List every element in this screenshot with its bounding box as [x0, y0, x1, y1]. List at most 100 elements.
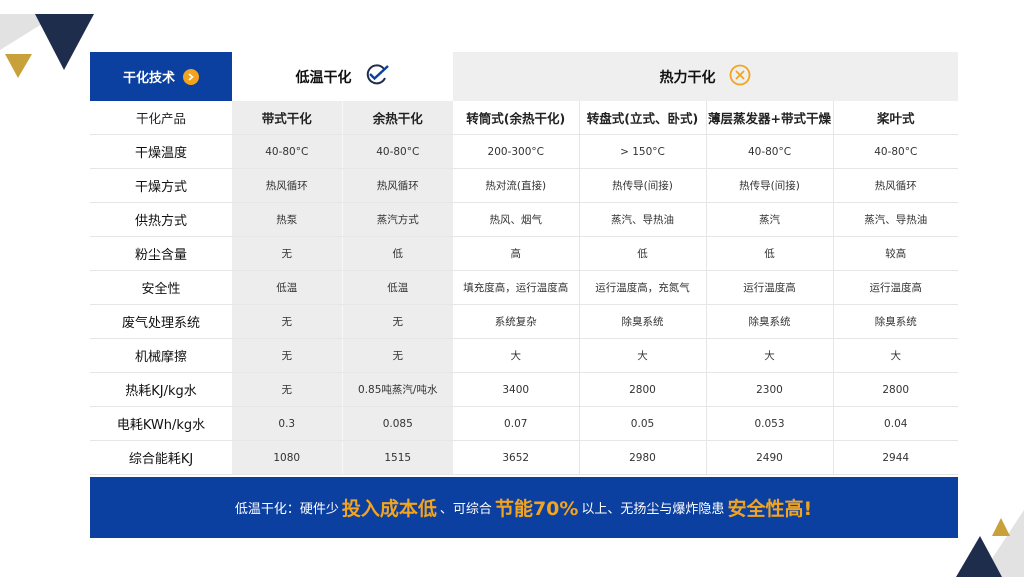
table-cell: 除臭系统: [578, 304, 706, 339]
table-cell: 0.053: [705, 406, 833, 441]
table-cell: 除臭系统: [705, 304, 833, 339]
table-cell: 2490: [705, 440, 833, 475]
table-cell: 大: [705, 338, 833, 373]
table-row: 机械摩擦 无 无 大 大 大 大: [90, 338, 958, 373]
row-label: 热耗KJ/kg水: [90, 372, 232, 407]
table-cell: 低: [341, 236, 453, 271]
table-cell: 200-300°C: [453, 134, 579, 169]
table-cell: 2300: [705, 372, 833, 407]
table-cell: 蒸汽、导热油: [578, 202, 706, 237]
table-row: 电耗KWh/kg水 0.3 0.085 0.07 0.05 0.053 0.04: [90, 406, 958, 441]
table-cell: 热泵: [232, 202, 342, 237]
comparison-table-wrapper: 干化技术 低温干化 热力干化 干化产品 带式干化 余热干化 转筒式(余热干化) …: [90, 52, 958, 475]
table-cell: 无: [232, 338, 342, 373]
table-cell: 热风循环: [341, 168, 453, 203]
table-row: 热耗KJ/kg水 无 0.85吨蒸汽/吨水 3400 2800 2300 280…: [90, 372, 958, 407]
table-cell: 2800: [578, 372, 706, 407]
banner-highlight: 投入成本低: [341, 498, 437, 520]
row-label: 粉尘含量: [90, 236, 232, 271]
table-cell: 热对流(直接): [453, 168, 579, 203]
table-row: 干燥方式 热风循环 热风循环 热对流(直接) 热传导(间接) 热传导(间接) 热…: [90, 168, 958, 203]
table-cell: 大: [453, 338, 579, 373]
column-header: 带式干化: [232, 101, 342, 135]
close-circle-icon: [728, 63, 752, 91]
table-cell: 无: [341, 338, 453, 373]
group-header-thermal: 热力干化: [453, 52, 958, 101]
corner-label: 干化技术: [122, 71, 175, 86]
banner-text: 以上、无扬尘与爆炸隐患: [581, 502, 725, 517]
table-cell: 1080: [232, 440, 342, 475]
column-header: 转盘式(立式、卧式): [578, 101, 706, 135]
table-cell: 0.07: [453, 406, 579, 441]
row-label: 干燥方式: [90, 168, 232, 203]
column-header: 薄层蒸发器+带式干燥: [705, 101, 833, 135]
row-label: 干燥温度: [90, 134, 232, 169]
table-cell: 大: [832, 338, 958, 373]
row-label: 机械摩擦: [90, 338, 232, 373]
table-cell: 蒸汽、导热油: [832, 202, 958, 237]
table-row: 供热方式 热泵 蒸汽方式 热风、烟气 蒸汽、导热油 蒸汽 蒸汽、导热油: [90, 202, 958, 237]
table-cell: 蒸汽方式: [341, 202, 453, 237]
column-header: 干化产品: [90, 101, 232, 135]
table-cell: 热风、烟气: [453, 202, 579, 237]
column-header: 桨叶式: [832, 101, 958, 135]
table-cell: 较高: [832, 236, 958, 271]
table-cell: 2944: [832, 440, 958, 475]
table-cell: 0.05: [578, 406, 706, 441]
table-cell: 3652: [453, 440, 579, 475]
table-cell: 除臭系统: [832, 304, 958, 339]
table-cell: 热传导(间接): [578, 168, 706, 203]
table-cell: 填充度高，运行温度高: [453, 270, 579, 305]
table-cell: 40-80°C: [705, 134, 833, 169]
row-label: 供热方式: [90, 202, 232, 237]
table-cell: 无: [232, 304, 342, 339]
drying-technology-table: 干化技术 低温干化 热力干化 干化产品 带式干化 余热干化 转筒式(余热干化) …: [90, 52, 958, 475]
table-cell: 低: [578, 236, 706, 271]
table-row: 粉尘含量 无 低 高 低 低 较高: [90, 236, 958, 271]
banner-highlight: 安全性高!: [727, 498, 813, 520]
banner-text: 、可综合: [439, 502, 492, 517]
column-header: 余热干化: [341, 101, 453, 135]
table-cell: 0.85吨蒸汽/吨水: [341, 372, 453, 407]
group-thermal-label: 热力干化: [659, 69, 716, 86]
summary-banner: 低温干化：硬件少 投入成本低 、可综合 节能70% 以上、无扬尘与爆炸隐患 安全…: [90, 477, 958, 538]
table-cell: 2980: [578, 440, 706, 475]
chevron-right-icon: [183, 68, 199, 85]
table-cell: 运行温度高: [705, 270, 833, 305]
table-cell: 热风循环: [232, 168, 342, 203]
table-cell: 热传导(间接): [705, 168, 833, 203]
table-cell: 40-80°C: [232, 134, 342, 169]
table-cell: 40-80°C: [832, 134, 958, 169]
table-cell: 2800: [832, 372, 958, 407]
table-row: 干燥温度 40-80°C 40-80°C 200-300°C > 150°C 4…: [90, 134, 958, 169]
table-header-row: 干化产品 带式干化 余热干化 转筒式(余热干化) 转盘式(立式、卧式) 薄层蒸发…: [90, 101, 958, 135]
table-cell: 高: [453, 236, 579, 271]
check-circle-icon: [364, 63, 390, 90]
banner-highlight: 节能70%: [494, 498, 579, 520]
table-cell: 无: [232, 236, 342, 271]
table-cell: 0.3: [232, 406, 342, 441]
corner-header: 干化技术: [90, 52, 232, 101]
table-cell: 1515: [341, 440, 453, 475]
group-header-low-temp: 低温干化: [232, 52, 453, 101]
table-cell: 热风循环: [832, 168, 958, 203]
table-cell: 低温: [232, 270, 342, 305]
table-cell: 40-80°C: [341, 134, 453, 169]
row-label: 综合能耗KJ: [90, 440, 232, 475]
column-header: 转筒式(余热干化): [453, 101, 579, 135]
table-cell: 运行温度高，充氮气: [578, 270, 706, 305]
row-label: 安全性: [90, 270, 232, 305]
table-cell: 大: [578, 338, 706, 373]
table-cell: 无: [341, 304, 453, 339]
table-cell: > 150°C: [578, 134, 706, 169]
table-cell: 蒸汽: [705, 202, 833, 237]
table-cell: 运行温度高: [832, 270, 958, 305]
table-cell: 低: [705, 236, 833, 271]
banner-text: 低温干化：硬件少: [234, 502, 339, 517]
row-label: 电耗KWh/kg水: [90, 406, 232, 441]
table-cell: 系统复杂: [453, 304, 579, 339]
row-label: 废气处理系统: [90, 304, 232, 339]
group-low-label: 低温干化: [295, 69, 352, 86]
table-cell: 0.04: [832, 406, 958, 441]
table-row: 综合能耗KJ 1080 1515 3652 2980 2490 2944: [90, 440, 958, 475]
